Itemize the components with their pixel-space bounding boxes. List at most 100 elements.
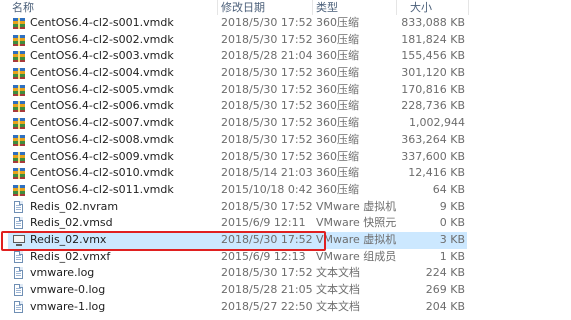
file-type: 文本文档 [316,266,360,280]
file-size: 337,600 KB [401,149,465,163]
file-type: 360压缩 [316,49,359,63]
column-type-header[interactable]: 类型 [316,0,338,15]
vmdk-archive-icon [12,48,26,65]
vmdk-archive-icon [12,65,26,82]
file-type: 文本文档 [316,283,360,296]
file-date: 2018/5/30 17:52 [221,99,313,113]
file-list: CentOS6.4-cl2-s001.vmdk 2018/5/30 17:52 36… [0,15,571,315]
file-date: 2018/5/30 17:52 [221,266,313,280]
file-size: 3 KB [439,232,465,246]
file-name: CentOS6.4-cl2-s005.vmdk [30,82,174,96]
file-size: 64 KB [432,182,465,196]
document-icon [12,265,26,282]
file-size: 228,736 KB [401,99,465,113]
file-name: CentOS6.4-cl2-s010.vmdk [30,166,174,180]
file-size: 833,088 KB [401,16,465,29]
file-row[interactable]: vmware-0.log 2018/5/28 21:05 文本文档 269 KB [0,282,571,299]
file-row[interactable]: CentOS6.4-cl2-s006.vmdk 2018/5/30 17:52 36… [0,98,571,115]
file-row[interactable]: CentOS6.4-cl2-s005.vmdk 2018/5/30 17:52 36… [0,82,571,99]
file-type: 360压缩 [316,99,359,113]
file-date: 2015/6/9 12:13 [221,249,306,263]
file-size: 204 KB [425,299,465,313]
file-type: 360压缩 [316,132,359,146]
file-row[interactable]: CentOS6.4-cl2-s002.vmdk 2018/5/30 17:52 36… [0,32,571,49]
file-row[interactable]: CentOS6.4-cl2-s008.vmdk 2018/5/30 17:52 36… [0,132,571,149]
file-row[interactable]: CentOS6.4-cl2-s003.vmdk 2018/5/28 21:04 36… [0,48,571,65]
file-date: 2018/5/30 17:52 [221,116,313,130]
file-date: 2018/5/30 17:52 [221,82,313,96]
vmdk-archive-icon [12,15,26,32]
file-date: 2018/5/28 21:04 [221,49,313,63]
column-divider[interactable] [396,0,397,15]
file-size: 0 KB [439,216,465,230]
file-date: 2018/5/30 17:52 [221,66,313,80]
file-type: 文本文档 [316,299,360,313]
column-size-header[interactable]: 大小 [410,0,432,15]
file-row[interactable]: vmware-1.log 2018/5/27 22:50 文本文档 204 KB [0,299,571,316]
file-date: 2018/5/30 17:52 [221,16,313,29]
file-type: 360压缩 [316,16,359,29]
document-icon [12,282,26,299]
file-row[interactable]: Redis_02.nvram 2018/5/30 17:52VMware 虚拟机.… [0,199,571,216]
file-date: 2018/5/28 21:05 [221,283,313,296]
file-name: vmware-0.log [30,283,106,296]
file-size: 9 KB [439,199,465,213]
file-date: 2018/5/27 22:50 [221,299,313,313]
file-date: 2018/5/14 21:03 [221,166,313,180]
file-date: 2015/10/18 0:42 [221,182,313,196]
file-type: VMware 快照元... [316,216,396,230]
file-size: 363,264 KB [401,132,465,146]
annotation-highlight-box [1,231,326,251]
file-row[interactable]: vmware.log 2018/5/30 17:52 文本文档 224 KB [0,265,571,282]
column-header: 名称 修改日期 类型 大小 [0,0,571,15]
file-row[interactable]: CentOS6.4-cl2-s009.vmdk 2018/5/30 17:52 36… [0,149,571,166]
file-name: CentOS6.4-cl2-s001.vmdk [30,16,174,29]
file-name: CentOS6.4-cl2-s008.vmdk [30,132,174,146]
file-size: 301,120 KB [401,66,465,80]
file-row[interactable]: CentOS6.4-cl2-s011.vmdk 2015/10/18 0:42 36… [0,182,571,199]
file-size: 1 KB [439,249,465,263]
file-type: VMware 虚拟机 [316,232,396,246]
vmdk-archive-icon [12,165,26,182]
file-name: CentOS6.4-cl2-s003.vmdk [30,49,174,63]
column-divider[interactable] [312,0,313,15]
file-type: 360压缩 [316,82,359,96]
vmdk-archive-icon [12,82,26,99]
file-type: 360压缩 [316,32,359,46]
file-name: CentOS6.4-cl2-s009.vmdk [30,149,174,163]
file-type: 360压缩 [316,149,359,163]
document-icon [12,249,26,266]
file-type: 360压缩 [316,116,359,130]
vmdk-archive-icon [12,132,26,149]
column-divider[interactable] [217,0,218,15]
file-date: 2018/5/30 17:52 [221,149,313,163]
vmdk-archive-icon [12,32,26,49]
file-name: CentOS6.4-cl2-s007.vmdk [30,116,174,130]
file-date: 2018/5/30 17:52 [221,132,313,146]
document-icon [12,299,26,316]
file-name: Redis_02.nvram [30,199,119,213]
file-row[interactable]: Redis_02.vmxf 2015/6/9 12:13 VMware 组成员 1 K… [0,249,571,266]
file-row[interactable]: CentOS6.4-cl2-s001.vmdk 2018/5/30 17:52 36… [0,15,571,32]
file-name: CentOS6.4-cl2-s002.vmdk [30,32,174,46]
vmdk-archive-icon [12,182,26,199]
file-name: vmware.log [30,266,95,280]
file-size: 181,824 KB [401,32,465,46]
column-name-header[interactable]: 名称 [12,0,34,15]
file-row[interactable]: CentOS6.4-cl2-s004.vmdk 2018/5/30 17:52 36… [0,65,571,82]
file-row[interactable]: CentOS6.4-cl2-s007.vmdk 2018/5/30 17:52 36… [0,115,571,132]
file-type: VMware 虚拟机... [316,199,396,213]
column-date-header[interactable]: 修改日期 [221,0,265,15]
vmdk-archive-icon [12,115,26,132]
document-icon [12,215,26,232]
file-row[interactable]: CentOS6.4-cl2-s010.vmdk 2018/5/14 21:03 36… [0,165,571,182]
file-row[interactable]: Redis_02.vmsd 2015/6/9 12:11 VMware 快照元...… [0,215,571,232]
vmdk-archive-icon [12,98,26,115]
file-size: 155,456 KB [401,49,465,63]
file-name: CentOS6.4-cl2-s011.vmdk [30,182,174,196]
document-icon [12,199,26,216]
file-name: vmware-1.log [30,299,106,313]
file-size: 269 KB [425,283,465,296]
column-divider[interactable] [468,0,469,15]
file-name: Redis_02.vmsd [30,216,113,230]
